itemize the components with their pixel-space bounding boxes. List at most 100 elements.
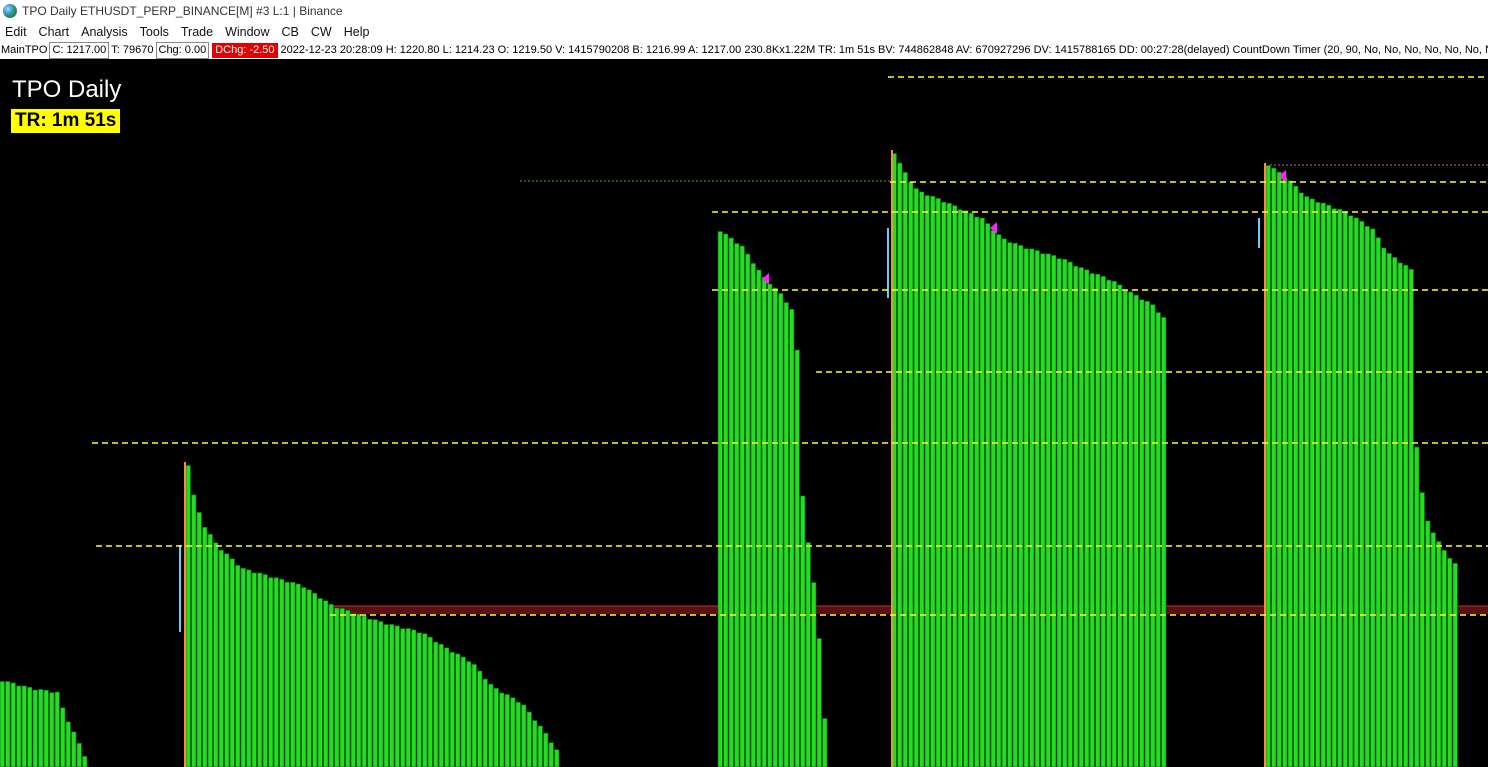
tpo-bar (433, 641, 439, 767)
tpo-bar (772, 287, 778, 767)
tpo-bar (1117, 284, 1123, 767)
tpo-bar (323, 600, 329, 767)
tpo-bar (1337, 208, 1343, 767)
tpo-bar (229, 558, 235, 767)
tpo-bar (207, 533, 213, 767)
tpo-bar (822, 718, 828, 767)
tpo-bar (537, 725, 543, 767)
tpo-bar (422, 633, 428, 767)
tpo-bar (1447, 557, 1453, 767)
tpo-bar (1051, 255, 1057, 767)
tpo-bar (499, 692, 505, 767)
tpo-bar (1452, 562, 1458, 767)
tpo-bar (1392, 257, 1398, 767)
tpo-bar (240, 567, 246, 767)
tpo-bar (416, 632, 422, 767)
globe-icon (3, 4, 17, 18)
menu-window[interactable]: Window (219, 25, 275, 39)
tpo-bar (405, 628, 411, 767)
profile-day-1 (0, 681, 88, 767)
tpo-bar (1309, 198, 1315, 767)
tpo-bar (783, 302, 789, 767)
tpo-bar (1161, 317, 1167, 767)
tpo-bar (919, 191, 925, 767)
tpo-bar (504, 694, 510, 767)
tpo-bar (191, 494, 197, 767)
menu-bar: Edit Chart Analysis Tools Trade Window C… (0, 22, 1488, 42)
tpo-bar (1029, 248, 1035, 767)
tpo-bar (471, 664, 477, 767)
tpo-bar (1353, 217, 1359, 767)
tpo-bar (455, 653, 461, 767)
tpo-profile-canvas[interactable] (0, 59, 1488, 767)
tpo-bar (1034, 250, 1040, 767)
menu-cw[interactable]: CW (305, 25, 338, 39)
tpo-bar (1007, 242, 1013, 767)
tpo-bar (1276, 171, 1282, 767)
menu-tools[interactable]: Tools (134, 25, 175, 39)
tpo-bar (1155, 312, 1161, 767)
tpo-bar (361, 615, 367, 767)
tpo-bar (750, 263, 756, 767)
tpo-bar (378, 621, 384, 767)
tpo-bar (1139, 299, 1145, 767)
tpo-bar (1320, 202, 1326, 767)
tpo-bar (1381, 247, 1387, 767)
tpo-bar (1342, 211, 1348, 767)
tpo-bar (367, 618, 373, 767)
tpo-bar (477, 670, 483, 767)
profile-day-5 (1265, 165, 1458, 767)
tpo-bar (979, 217, 985, 767)
profile-day-3 (717, 231, 828, 767)
menu-chart[interactable]: Chart (33, 25, 76, 39)
tpo-bar (745, 253, 751, 767)
tpo-bar (1293, 185, 1299, 767)
tpo-bar (1045, 253, 1051, 767)
tpo-bar (717, 231, 723, 767)
menu-edit[interactable]: Edit (0, 25, 33, 39)
tpo-bar (1095, 273, 1101, 767)
tpo-bar (1018, 245, 1024, 767)
tpo-bar (996, 234, 1002, 767)
tpo-bar (290, 581, 296, 767)
tpo-bar (1419, 492, 1425, 767)
tpo-bar (1408, 269, 1414, 767)
tpo-bar (279, 578, 285, 767)
tpo-bar (76, 742, 82, 767)
window-title: TPO Daily ETHUSDT_PERP_BINANCE[M] #3 L:1… (22, 4, 343, 18)
menu-cb[interactable]: CB (276, 25, 305, 39)
tpo-bar (224, 553, 230, 767)
tpo-bar (306, 589, 312, 767)
menu-help[interactable]: Help (338, 25, 376, 39)
tpo-bar (1001, 238, 1007, 767)
tpo-bar (543, 732, 549, 767)
tpo-bar (334, 607, 340, 767)
tpo-bar (1106, 279, 1112, 767)
menu-analysis[interactable]: Analysis (75, 25, 134, 39)
tpo-bar (10, 682, 16, 767)
close-value: C: 1217.00 (49, 42, 110, 59)
tpo-bar (1441, 550, 1447, 767)
tpo-bar (739, 245, 745, 767)
tpo-bar (21, 685, 27, 767)
tpo-bar (554, 749, 560, 767)
menu-trade[interactable]: Trade (175, 25, 219, 39)
tpo-bar (466, 661, 472, 767)
tpo-bar (328, 603, 334, 767)
tpo-bar (383, 624, 389, 767)
tpo-bar (908, 181, 914, 767)
tpo-bar (1122, 289, 1128, 767)
tpo-bar (1298, 192, 1304, 767)
tpo-bar (257, 572, 263, 767)
tpo-bar (1040, 253, 1046, 767)
tpo-bar (897, 162, 903, 767)
tpo-bar (963, 210, 969, 767)
tpo-bar (532, 720, 538, 767)
tpo-bar (1364, 226, 1370, 767)
tpo-bar (778, 293, 784, 767)
chart-area[interactable]: TPO Daily TR: 1m 51s (0, 59, 1488, 767)
tpo-bar (761, 276, 767, 767)
tpo-bar (65, 721, 71, 767)
tpo-bar (449, 651, 455, 767)
tpo-bar (1265, 165, 1271, 767)
